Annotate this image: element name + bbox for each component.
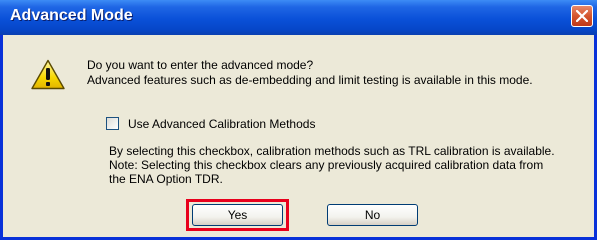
no-button[interactable]: No: [327, 204, 418, 226]
message-line: Advanced features such as de-embedding a…: [87, 73, 533, 87]
warning-icon: [31, 59, 65, 90]
checkbox-label[interactable]: Use Advanced Calibration Methods: [128, 117, 315, 132]
note-line: By selecting this checkbox, calibration …: [109, 144, 555, 158]
dialog-title: Advanced Mode: [10, 7, 133, 24]
message-line: Do you want to enter the advanced mode?: [87, 58, 314, 72]
close-button[interactable]: [571, 5, 593, 27]
title-bar[interactable]: Advanced Mode: [0, 0, 597, 35]
note-line: the ENA Option TDR.: [109, 172, 223, 186]
yes-button[interactable]: Yes: [192, 204, 283, 226]
checkbox-note: By selecting this checkbox, calibration …: [109, 144, 555, 186]
note-line: Note: Selecting this checkbox clears any…: [109, 158, 544, 172]
close-icon: [576, 10, 588, 22]
advanced-mode-dialog: Advanced Mode Do you want to enter the a…: [0, 0, 597, 240]
advanced-calibration-checkbox[interactable]: [106, 117, 119, 130]
dialog-message: Do you want to enter the advanced mode? …: [87, 58, 533, 88]
